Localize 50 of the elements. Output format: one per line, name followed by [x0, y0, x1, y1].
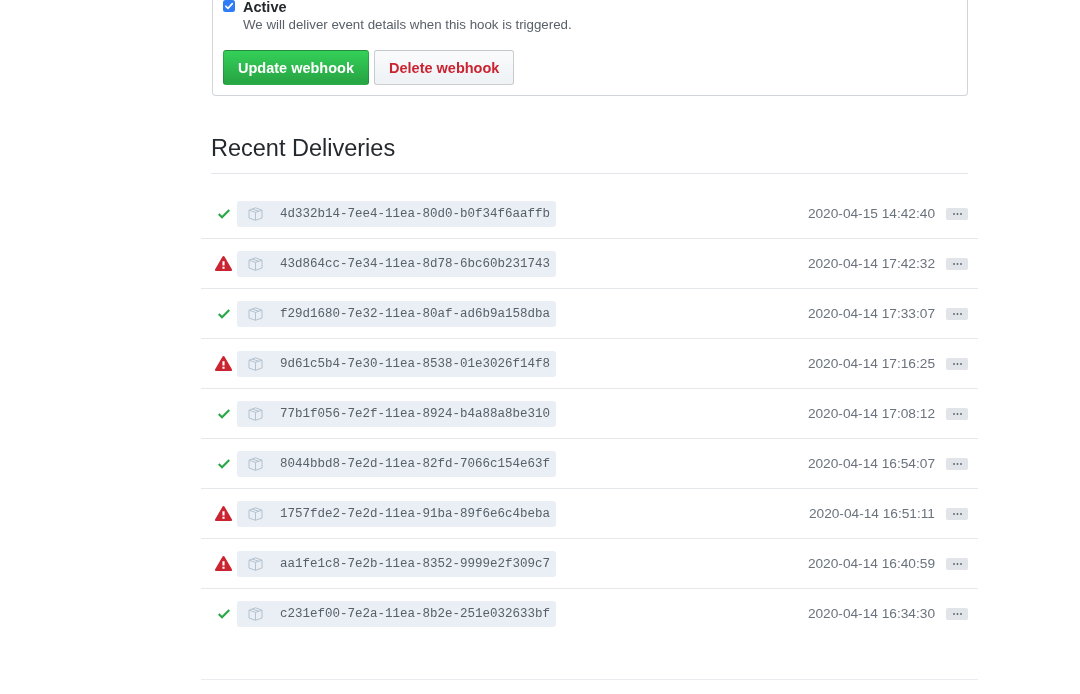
delivery-time: 2020-04-14 17:42:32	[807, 256, 935, 271]
ellipsis-icon	[952, 512, 962, 515]
cube-icon	[248, 456, 263, 471]
ellipsis-icon	[952, 212, 962, 215]
delivery-id-link[interactable]: 8044bbd8-7e2d-11ea-82fd-7066c154e63f	[237, 450, 557, 477]
delivery-time: 2020-04-14 16:51:11	[808, 506, 935, 521]
cube-icon	[248, 606, 263, 621]
delivery-id-link[interactable]: 77b1f056-7e2f-11ea-8924-b4a88a8be310	[237, 400, 557, 427]
ellipsis-icon	[952, 612, 962, 615]
delivery-id-link[interactable]: 9d61c5b4-7e30-11ea-8538-01e3026f14f8	[237, 350, 557, 377]
more-button[interactable]	[946, 607, 968, 620]
ellipsis-icon	[952, 562, 962, 565]
ellipsis-icon	[952, 412, 962, 415]
delivery-id-link[interactable]: 1757fde2-7e2d-11ea-91ba-89f6e6c4beba	[237, 500, 557, 527]
more-button[interactable]	[946, 207, 968, 220]
ellipsis-icon	[952, 362, 962, 365]
cube-icon	[248, 506, 263, 521]
ellipsis-icon	[952, 462, 962, 465]
delivery-time: 2020-04-14 17:33:07	[807, 306, 935, 321]
delivery-id-link[interactable]: 43d864cc-7e34-11ea-8d78-6bc60b231743	[237, 250, 557, 277]
cube-icon	[248, 406, 263, 421]
delivery-time: 2020-04-14 16:40:59	[807, 556, 935, 571]
more-button[interactable]	[946, 357, 968, 370]
delivery-time: 2020-04-15 14:42:40	[807, 206, 935, 221]
more-button[interactable]	[946, 307, 968, 320]
more-button[interactable]	[946, 507, 968, 520]
active-checkbox[interactable]	[223, 0, 235, 12]
active-description: We will deliver event details when this hook is triggered.	[243, 16, 572, 34]
cube-icon	[248, 556, 263, 571]
delivery-id-link[interactable]: aa1fe1c8-7e2b-11ea-8352-9999e2f309c7	[237, 550, 557, 577]
cube-icon	[248, 206, 263, 221]
delivery-id-link[interactable]: c231ef00-7e2a-11ea-8b2e-251e032633bf	[237, 600, 557, 627]
delivery-id-link[interactable]: f29d1680-7e32-11ea-80af-ad6b9a158dba	[237, 300, 557, 327]
more-button[interactable]	[946, 557, 968, 570]
active-label: Active	[243, 0, 288, 14]
delete-webhook-button[interactable]: Delete webhook	[374, 50, 515, 85]
delivery-time: 2020-04-14 17:08:12	[807, 406, 935, 421]
section-heading: Recent Deliveries	[211, 133, 968, 174]
cube-icon	[248, 356, 263, 371]
delivery-time: 2020-04-14 16:54:07	[807, 456, 935, 471]
delivery-id-link[interactable]: 4d332b14-7ee4-11ea-80d0-b0f34f6aaffb	[237, 200, 557, 227]
delivery-time: 2020-04-14 16:34:30	[807, 606, 935, 621]
ellipsis-icon	[952, 262, 962, 265]
more-button[interactable]	[946, 257, 968, 270]
cube-icon	[248, 306, 263, 321]
more-button[interactable]	[946, 457, 968, 470]
cube-icon	[248, 256, 263, 271]
more-button[interactable]	[946, 407, 968, 420]
ellipsis-icon	[952, 312, 962, 315]
delivery-time: 2020-04-14 17:16:25	[807, 356, 935, 371]
